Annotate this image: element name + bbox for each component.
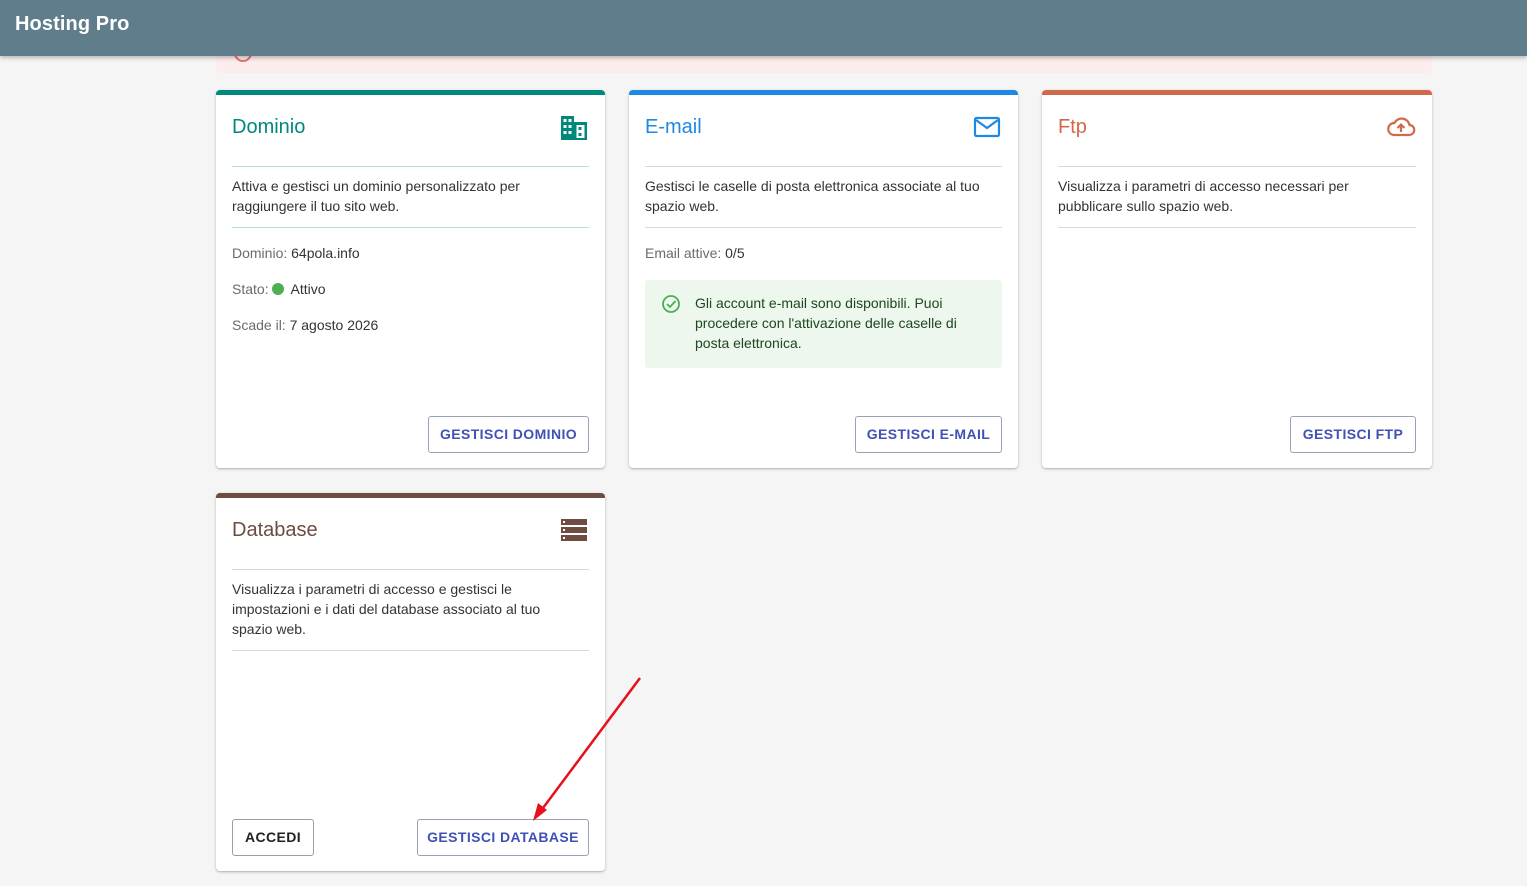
card-dominio-topbar — [216, 90, 605, 95]
success-alert: Gli account e-mail sono disponibili. Puo… — [645, 280, 1002, 368]
card-ftp-topbar — [1042, 90, 1432, 95]
status-value: Attivo — [290, 281, 326, 297]
email-active-label: Email attive: — [645, 245, 722, 261]
app-bar: Hosting Pro — [0, 0, 1527, 56]
card-ftp-description: Visualizza i parametri di accesso necess… — [1058, 178, 1349, 214]
app-title: Hosting Pro — [15, 13, 130, 35]
card-email-description: Gestisci le caselle di posta elettronica… — [645, 178, 980, 214]
access-button[interactable]: ACCEDI — [232, 819, 314, 856]
divider — [232, 569, 589, 570]
expiry-value: 7 agosto 2026 — [289, 317, 379, 333]
manage-ftp-button[interactable]: GESTISCI FTP — [1290, 416, 1416, 453]
card-database-title: Database — [232, 519, 318, 541]
manage-email-button[interactable]: GESTISCI E-MAIL — [855, 416, 1002, 453]
manage-database-button[interactable]: GESTISCI DATABASE — [417, 819, 589, 856]
card-email: E-mail Gestisci le caselle di posta elet… — [629, 90, 1018, 468]
divider — [232, 650, 589, 651]
check-circle-icon — [662, 295, 680, 313]
divider — [232, 227, 589, 228]
cloud-upload-icon — [1387, 117, 1416, 137]
email-active-info: Email attive: 0/5 — [645, 245, 745, 261]
storage-icon — [561, 519, 587, 541]
card-database: Database Visualizza i parametri di acces… — [216, 493, 605, 871]
card-database-topbar — [216, 493, 605, 498]
divider — [232, 166, 589, 167]
status-info: Stato: Attivo — [232, 281, 326, 297]
expiry-label: Scade il: — [232, 317, 286, 333]
divider — [645, 166, 1002, 167]
card-email-topbar — [629, 90, 1018, 95]
card-ftp: Ftp Visualizza i parametri di accesso ne… — [1042, 90, 1432, 468]
card-dominio: Dominio Attiva e gestisci un dominio per… — [216, 90, 605, 468]
manage-domain-button[interactable]: GESTISCI DOMINIO — [428, 416, 589, 453]
domain-icon — [561, 116, 587, 140]
status-dot-icon — [272, 283, 285, 295]
success-message: Gli account e-mail sono disponibili. Puo… — [695, 295, 957, 351]
domain-value: 64pola.info — [291, 245, 360, 261]
card-ftp-title: Ftp — [1058, 116, 1087, 138]
card-dominio-description: Attiva e gestisci un dominio personalizz… — [232, 178, 520, 214]
email-active-value: 0/5 — [725, 245, 745, 261]
domain-info: Dominio: 64pola.info — [232, 245, 360, 261]
divider — [645, 227, 1002, 228]
domain-label: Dominio: — [232, 245, 288, 261]
divider — [1058, 166, 1416, 167]
card-email-title: E-mail — [645, 116, 702, 138]
mail-icon — [973, 116, 1001, 138]
divider — [1058, 227, 1416, 228]
status-label: Stato: — [232, 281, 269, 297]
card-dominio-title: Dominio — [232, 116, 306, 138]
expiry-info: Scade il: 7 agosto 2026 — [232, 317, 378, 333]
card-database-description: Visualizza i parametri di accesso e gest… — [232, 581, 541, 637]
